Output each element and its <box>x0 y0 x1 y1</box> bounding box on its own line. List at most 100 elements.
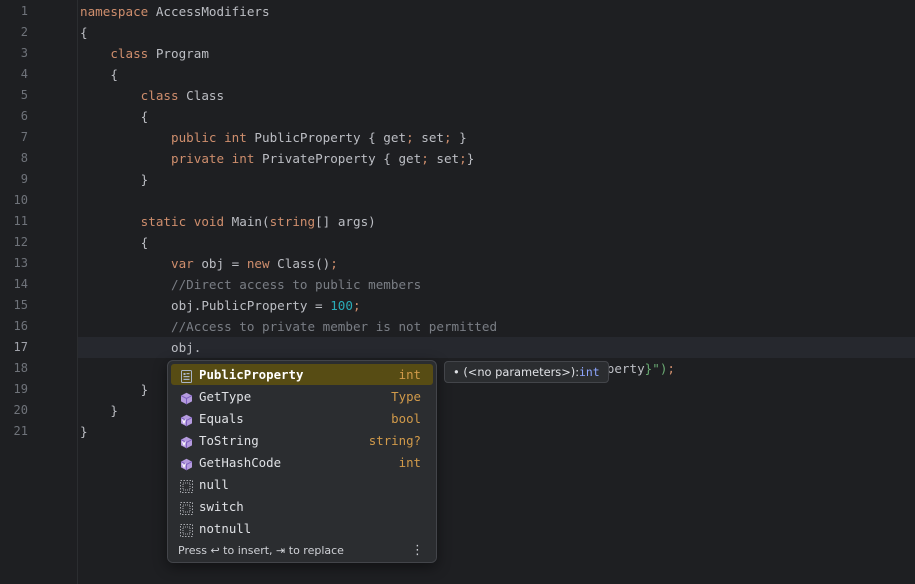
code-token: { <box>80 25 88 40</box>
code-line[interactable]: class Program <box>80 43 209 64</box>
code-editor[interactable]: 1 2 3 4 5 6 7 8 9 10 11 12 13 14 15 16 17 18 19 20 21 namesp… <box>0 0 915 584</box>
code-token: ; <box>352 298 361 313</box>
code-line[interactable]: obj. <box>80 337 201 358</box>
completion-item-gettype[interactable]: GetType Type <box>171 386 433 407</box>
completion-item-name: PublicProperty <box>199 367 304 382</box>
completion-footer: Press ↩ to insert, ⇥ to replace ⋮ <box>168 539 436 562</box>
keyword-icon <box>180 500 193 515</box>
code-line[interactable]: //Direct access to public members <box>80 274 421 295</box>
code-line[interactable]: { <box>80 64 118 85</box>
code-token: { <box>80 109 149 124</box>
completion-item-switch[interactable]: switch <box>171 496 433 517</box>
code-line[interactable]: //Access to private member is not permit… <box>80 316 497 337</box>
code-token: } <box>80 382 149 397</box>
line-number: 17 <box>13 340 28 354</box>
code-token: } <box>80 172 149 187</box>
completion-item-tostring[interactable]: ToString string? <box>171 430 433 451</box>
completion-item-gethashcode[interactable]: GetHashCode int <box>171 452 433 473</box>
keyword-icon <box>180 478 193 493</box>
code-line[interactable]: namespace AccessModifiers <box>80 1 270 22</box>
code-line[interactable]: } <box>80 400 118 421</box>
code-token: obj = <box>193 256 247 271</box>
code-line[interactable]: obj.PublicProperty = 100; <box>80 295 361 316</box>
completion-item-equals[interactable]: Equals bool <box>171 408 433 429</box>
code-token: public int <box>171 130 247 145</box>
code-line[interactable]: class Class <box>80 85 224 106</box>
code-token: } <box>451 130 467 145</box>
keyword-icon <box>180 522 193 537</box>
code-token: } <box>80 424 88 439</box>
code-token: //Direct access to public members <box>171 277 422 292</box>
code-token: obj. <box>80 340 202 355</box>
code-token: private int <box>171 151 255 166</box>
code-token: PrivateProperty { get <box>254 151 422 166</box>
code-token: PublicProperty { get <box>246 130 407 145</box>
code-token: Class() <box>269 256 331 271</box>
completion-item-type: bool <box>391 411 421 426</box>
code-token: ; <box>330 256 338 271</box>
more-options-icon[interactable]: ⋮ <box>411 539 424 562</box>
code-token: static void <box>140 214 225 229</box>
code-line[interactable]: } <box>80 379 149 400</box>
completion-item-type: string? <box>368 433 421 448</box>
completion-item-null[interactable]: null <box>171 474 433 495</box>
code-token: 100 <box>330 298 353 313</box>
code-line[interactable]: { <box>80 106 149 127</box>
code-line[interactable]: { <box>80 232 149 253</box>
code-completion-popup[interactable]: PublicProperty int GetType Type Equals bool To… <box>167 360 437 563</box>
code-line[interactable]: } <box>80 169 149 190</box>
code-line[interactable]: } <box>80 421 88 442</box>
line-number: 19 <box>13 382 28 396</box>
code-token: } <box>80 403 118 418</box>
completion-item-name: ToString <box>199 433 259 448</box>
code-token: set <box>428 151 460 166</box>
completion-item-name: switch <box>199 499 244 514</box>
method-icon <box>180 390 193 405</box>
line-number: 18 <box>13 361 28 375</box>
code-token: set <box>413 130 444 145</box>
code-line[interactable]: { <box>80 22 88 43</box>
parameter-info-tooltip: • (<no parameters>):int <box>444 361 609 383</box>
completion-item-publicproperty[interactable]: PublicProperty int <box>171 364 433 385</box>
parameter-hint-text: (<no parameters>): <box>463 365 580 379</box>
code-token: Program <box>148 46 209 61</box>
virtual-method-icon <box>180 412 193 427</box>
line-number: 13 <box>13 256 28 270</box>
code-line[interactable]: static void Main(string[] args) <box>80 211 376 232</box>
line-number: 20 <box>13 403 28 417</box>
completion-item-name: notnull <box>199 521 252 536</box>
code-token: { <box>80 67 118 82</box>
completion-item-type: int <box>398 367 421 382</box>
virtual-method-icon <box>180 456 193 471</box>
code-token: ; <box>444 130 452 145</box>
line-number: 15 <box>13 298 28 312</box>
completion-footer-hint: Press ↩ to insert, ⇥ to replace <box>178 544 344 557</box>
code-line[interactable]: public int PublicProperty { get; set; } <box>80 127 467 148</box>
code-line[interactable]: var obj = new Class(); <box>80 253 338 274</box>
code-line[interactable]: C <box>80 358 179 379</box>
code-token: ; <box>406 130 414 145</box>
line-number: 3 <box>20 46 28 60</box>
code-token: class <box>110 46 149 61</box>
parameter-hint-bullet: • <box>453 365 460 379</box>
completion-item-notnull[interactable]: notnull <box>171 518 433 539</box>
line-number: 14 <box>13 277 28 291</box>
code-token: ; <box>459 151 467 166</box>
completion-item-name: GetType <box>199 389 252 404</box>
code-token: AccessModifiers <box>148 4 270 19</box>
code-token: string <box>269 214 316 229</box>
code-token: [] args) <box>315 214 376 229</box>
code-token: } <box>466 151 475 166</box>
line-number: 12 <box>13 235 28 249</box>
line-number: 1 <box>20 4 28 18</box>
completion-item-name: null <box>199 477 229 492</box>
line-number: 5 <box>20 88 28 102</box>
code-line[interactable]: private int PrivateProperty { get; set;} <box>80 148 474 169</box>
code-token: Class <box>178 88 225 103</box>
